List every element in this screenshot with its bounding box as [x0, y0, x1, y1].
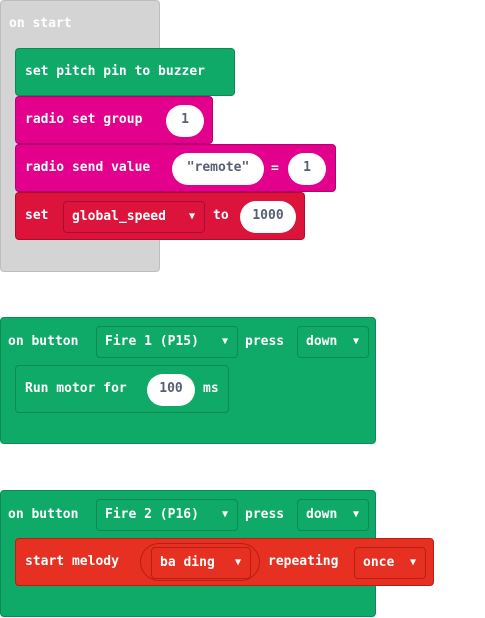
set-variable-label: set [25, 208, 49, 223]
set-variable-to: to [213, 208, 229, 223]
on-start-label: on start [9, 16, 72, 31]
set-pitch-pin-block[interactable]: set pitch pin to buzzer [15, 48, 235, 96]
melody-reporter[interactable]: ba ding ▼ [140, 543, 260, 581]
run-motor-value[interactable]: 100 [147, 374, 195, 406]
melody-name: ba ding [160, 555, 215, 570]
run-motor-block[interactable]: Run motor for 100 ms [15, 365, 229, 413]
variable-dropdown[interactable]: global_speed ▼ [63, 201, 205, 233]
radio-send-equals: = [271, 161, 279, 176]
triangle-down-icon: ▼ [234, 557, 241, 568]
radio-send-number[interactable]: 1 [288, 153, 326, 185]
fire2-action-dropdown[interactable]: down ▼ [297, 499, 369, 531]
repeat-mode-dropdown[interactable]: once ▼ [354, 547, 426, 579]
run-motor-label: Run motor for [25, 381, 127, 396]
triangle-down-icon: ▼ [221, 509, 228, 520]
set-pitch-pin-label: set pitch pin to buzzer [25, 64, 206, 79]
triangle-down-icon: ▼ [221, 336, 228, 347]
start-melody-label: start melody [25, 554, 119, 569]
variable-name: global_speed [72, 209, 166, 224]
repeat-mode-name: once [363, 555, 395, 570]
set-variable-block[interactable]: set global_speed ▼ to 1000 [15, 192, 305, 240]
radio-group-value[interactable]: 1 [166, 105, 204, 137]
repeating-label: repeating [268, 554, 339, 569]
press-label: press [245, 507, 285, 522]
radio-set-group-block[interactable]: radio set group 1 [15, 96, 213, 144]
triangle-down-icon: ▼ [188, 211, 195, 222]
fire2-action-name: down [306, 507, 338, 522]
run-motor-unit: ms [203, 381, 219, 396]
radio-send-key-text: remote [194, 160, 242, 175]
on-button-label: on button [8, 507, 79, 522]
fire1-action-name: down [306, 334, 338, 349]
radio-set-group-label: radio set group [25, 112, 143, 127]
radio-send-value-block[interactable]: radio send value "remote" = 1 [15, 144, 336, 192]
fire1-action-dropdown[interactable]: down ▼ [297, 326, 369, 358]
fire2-button-dropdown[interactable]: Fire 2 (P16) ▼ [96, 499, 238, 531]
triangle-down-icon: ▼ [409, 557, 416, 568]
variable-value[interactable]: 1000 [240, 201, 296, 233]
start-melody-block[interactable]: start melody ba ding ▼ repeating once ▼ [15, 538, 434, 586]
fire2-button-name: Fire 2 (P16) [105, 507, 199, 522]
radio-send-value-label: radio send value [25, 160, 151, 175]
triangle-down-icon: ▼ [352, 336, 359, 347]
radio-send-key-field[interactable]: "remote" [172, 153, 264, 185]
triangle-down-icon: ▼ [352, 509, 359, 520]
fire1-button-dropdown[interactable]: Fire 1 (P15) ▼ [96, 326, 238, 358]
on-button-label: on button [8, 334, 79, 349]
fire1-button-name: Fire 1 (P15) [105, 334, 199, 349]
press-label: press [245, 334, 285, 349]
melody-dropdown[interactable]: ba ding ▼ [151, 547, 251, 579]
